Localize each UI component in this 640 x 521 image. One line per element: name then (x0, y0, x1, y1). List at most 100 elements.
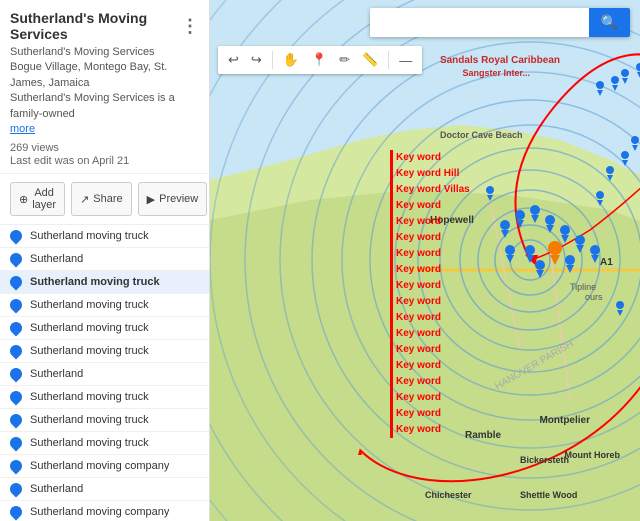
draw-icon: ✏ (339, 52, 350, 67)
montpelier-label: Montpelier (539, 415, 590, 426)
pin-icon (8, 504, 25, 521)
list-item[interactable]: Sutherland (0, 248, 209, 271)
svg-text:ours: ours (585, 292, 603, 302)
list-item-text: Sutherland moving company (30, 460, 169, 472)
list-item[interactable]: Sutherland moving truck (0, 432, 209, 455)
pin-icon (8, 458, 25, 475)
list-item[interactable]: Sutherland moving truck (0, 271, 209, 294)
pin-tool-button[interactable]: 📍 (306, 49, 332, 71)
shettle-wood-label: Shettle Wood (520, 490, 577, 500)
list-item-text: Sutherland moving company (30, 506, 169, 518)
keyword-item: Key word (390, 374, 470, 390)
ramble-label: Ramble (465, 430, 501, 441)
pin-icon (8, 412, 25, 429)
toolbar-separator-2 (388, 51, 389, 69)
measure-tool-button[interactable]: 📏 (357, 49, 383, 71)
preview-button[interactable]: ▶ Preview (138, 182, 208, 216)
panel-subtitle: Sutherland's Moving Services Bogue Villa… (10, 45, 199, 137)
list-item-text: Sutherland (30, 368, 83, 380)
keyword-item: Key word (390, 246, 470, 262)
list-item[interactable]: Sutherland moving truck (0, 386, 209, 409)
pin-icon (8, 435, 25, 452)
search-input[interactable] (370, 8, 589, 37)
map-toolbar: ↩ ↪ ✋ 📍 ✏ 📏 — (218, 46, 422, 74)
keyword-item: Key word Villas (390, 182, 470, 198)
keyword-item: Key word (390, 390, 470, 406)
views-count: 269 views (10, 142, 199, 154)
keyword-item: Key word (390, 262, 470, 278)
keyword-item: Key word (390, 230, 470, 246)
bickersteth-label: Bickersteth (520, 455, 569, 465)
pin-icon (8, 297, 25, 314)
places-list: Sutherland moving truck Sutherland Suthe… (0, 225, 209, 521)
keyword-item: Key word (390, 150, 470, 166)
list-item-text: Sutherland moving truck (30, 391, 149, 403)
keyword-item: Key word (390, 406, 470, 422)
list-item-text: Sutherland moving truck (30, 299, 149, 311)
list-item[interactable]: Sutherland moving truck (0, 294, 209, 317)
list-item-text: Sutherland (30, 253, 83, 265)
list-item-text: Sutherland moving truck (30, 345, 149, 357)
panel-header: Sutherland's Moving Services ⋮ Sutherlan… (0, 0, 209, 174)
pin-icon (8, 366, 25, 383)
pin-icon (8, 320, 25, 337)
list-item[interactable]: Sutherland (0, 478, 209, 501)
hand-tool-button[interactable]: ✋ (278, 49, 304, 71)
list-item[interactable]: Sutherland moving truck (0, 317, 209, 340)
list-item-text: Sutherland moving truck (30, 414, 149, 426)
search-input-wrap: 🔍 (370, 8, 630, 37)
panel-title-row: Sutherland's Moving Services ⋮ (10, 10, 199, 42)
share-icon: ↗ (80, 193, 89, 206)
list-item[interactable]: Sutherland moving truck (0, 340, 209, 363)
list-item-text: Sutherland moving truck (30, 437, 149, 449)
doctor-cave-label: Doctor Cave Beach (440, 130, 523, 140)
list-item[interactable]: Sutherland (0, 363, 209, 386)
sandals-label: Sandals Royal Caribbean (440, 55, 560, 66)
collapse-button[interactable]: — (394, 50, 417, 71)
app-container: Sutherland's Moving Services ⋮ Sutherlan… (0, 0, 640, 521)
keyword-item: Key word (390, 310, 470, 326)
pin-icon: 📍 (311, 52, 327, 67)
add-layer-button[interactable]: ⊕ Add layer (10, 182, 65, 216)
list-item-text: Sutherland moving truck (30, 322, 149, 334)
list-item[interactable]: Sutherland moving truck (0, 225, 209, 248)
keyword-item: Key word (390, 326, 470, 342)
keyword-item: Key word (390, 198, 470, 214)
pin-icon (8, 481, 25, 498)
keyword-item: Key word (390, 278, 470, 294)
list-item-text: Sutherland (30, 483, 83, 495)
mount-horeb-label: Mount Horeb (565, 450, 621, 460)
list-item[interactable]: Sutherland moving company (0, 501, 209, 521)
list-item-text: Sutherland moving truck (30, 276, 160, 288)
measure-icon: 📏 (362, 52, 378, 67)
pin-icon (8, 343, 25, 360)
minus-icon: — (399, 53, 412, 68)
share-button[interactable]: ↗ Share (71, 182, 132, 216)
search-icon: 🔍 (601, 14, 618, 30)
more-options-icon[interactable]: ⋮ (181, 16, 199, 37)
left-panel: Sutherland's Moving Services ⋮ Sutherlan… (0, 0, 210, 521)
keyword-item: Key word Hill (390, 166, 470, 182)
add-layer-icon: ⊕ (19, 193, 28, 206)
keyword-item: Key word (390, 358, 470, 374)
keyword-item: Key word (390, 422, 470, 438)
more-link[interactable]: more (10, 123, 35, 135)
search-button[interactable]: 🔍 (589, 8, 630, 37)
toolbar-separator-1 (272, 51, 273, 69)
undo-button[interactable]: ↩ (223, 49, 244, 71)
list-item[interactable]: Sutherland moving company (0, 455, 209, 478)
pin-icon (8, 228, 25, 245)
keyword-item: Key word (390, 294, 470, 310)
last-edit: Last edit was on April 21 (10, 155, 199, 167)
search-bar: 🔍 (210, 8, 640, 37)
redo-button[interactable]: ↪ (246, 49, 267, 71)
svg-text:A1: A1 (600, 257, 613, 268)
preview-icon: ▶ (147, 193, 155, 206)
hand-icon: ✋ (283, 52, 299, 67)
map-area[interactable]: A1 Tipline ours 🔍 ↩ ↪ ✋ 📍 (210, 0, 640, 521)
list-item[interactable]: Sutherland moving truck (0, 409, 209, 432)
pin-icon (8, 389, 25, 406)
list-item-text: Sutherland moving truck (30, 230, 149, 242)
pin-icon (8, 251, 25, 268)
draw-tool-button[interactable]: ✏ (334, 49, 355, 71)
